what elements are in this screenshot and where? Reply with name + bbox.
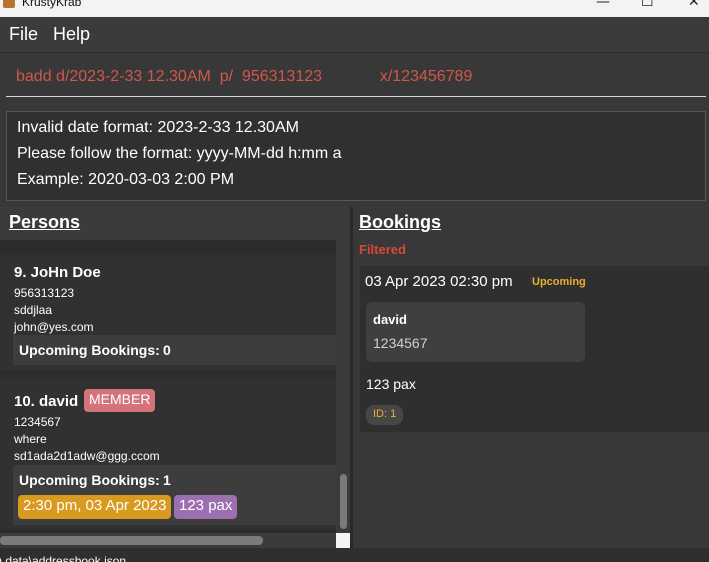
- persons-title: Persons: [9, 212, 81, 232]
- booking-person-card: david 1234567: [366, 302, 585, 362]
- upcoming-bookings-count: 1: [163, 472, 171, 488]
- booking-status: Upcoming: [532, 276, 586, 288]
- upcoming-bookings-box: Upcoming Bookings: 1 2:30 pm, 03 Apr 202…: [13, 465, 336, 525]
- bookings-title: Bookings: [359, 212, 442, 232]
- vertical-scroll-thumb[interactable]: [340, 474, 347, 529]
- bookings-panel: Bookings Filtered 03 Apr 2023 02:30 pm U…: [353, 207, 709, 548]
- status-bar: ) data\addressbook.json: [0, 548, 709, 562]
- result-line-1: Invalid date format: 2023-2-33 12.30AM: [17, 119, 299, 136]
- scrollbar-corner: [336, 533, 350, 548]
- command-box[interactable]: badd d/2023-2-33 12.30AM p/ 956313123 x/…: [0, 54, 709, 104]
- close-button[interactable]: ✕: [688, 0, 700, 10]
- member-tag: MEMBER: [84, 389, 156, 412]
- person-address: sddjlaa: [14, 303, 53, 317]
- app-icon: [3, 0, 15, 8]
- person-name: 10. david: [14, 393, 79, 410]
- booking-person-phone: 1234567: [373, 335, 428, 351]
- booking-id-badge: ID: 1: [366, 405, 404, 425]
- booking-person-name: david: [373, 312, 407, 327]
- filtered-label: Filtered: [359, 242, 406, 257]
- person-list-vertical-scrollbar[interactable]: [336, 240, 350, 533]
- minimize-button[interactable]: —: [596, 0, 610, 10]
- menu-help[interactable]: Help: [53, 24, 90, 45]
- person-card[interactable]: 9. JoHn Doe 956313123 sddjlaa john@yes.c…: [0, 255, 336, 370]
- person-card[interactable]: 10. david MEMBER 1234567 where sd1ada2d1…: [0, 379, 336, 529]
- person-email: sd1ada2d1adw@ggg.ccom: [14, 449, 160, 463]
- upcoming-bookings-count: 0: [163, 342, 171, 358]
- person-email: john@yes.com: [14, 320, 94, 334]
- menu-file[interactable]: File: [9, 24, 38, 45]
- upcoming-bookings-box: Upcoming Bookings: 0: [13, 335, 336, 365]
- upcoming-bookings-label: Upcoming Bookings:: [19, 342, 160, 358]
- booking-date: 03 Apr 2023 02:30 pm: [365, 273, 513, 290]
- person-phone: 956313123: [14, 286, 75, 300]
- upcoming-bookings-label: Upcoming Bookings:: [19, 472, 160, 488]
- result-line-3: Example: 2020-03-03 2:00 PM: [17, 171, 235, 188]
- booking-pax-chip: 123 pax: [174, 495, 238, 519]
- person-list[interactable]: 9. JoHn Doe 956313123 sddjlaa john@yes.c…: [0, 240, 336, 533]
- booking-card[interactable]: 03 Apr 2023 02:30 pm Upcoming david 1234…: [360, 266, 709, 432]
- window-title-bar: KrustyKrab — ☐ ✕: [0, 0, 709, 17]
- booking-time-chip: 2:30 pm, 03 Apr 2023: [18, 495, 172, 519]
- command-input[interactable]: badd d/2023-2-33 12.30AM p/ 956313123 x/…: [16, 68, 472, 86]
- menu-bar: File Help: [0, 17, 709, 53]
- horizontal-scroll-thumb[interactable]: [0, 536, 263, 545]
- window-title: KrustyKrab: [22, 0, 82, 9]
- result-line-2: Please follow the format: yyyy-MM-dd h:m…: [17, 145, 342, 162]
- person-phone: 1234567: [14, 415, 61, 429]
- command-underline: [6, 96, 706, 97]
- person-address: where: [14, 432, 47, 446]
- booking-pax: 123 pax: [366, 376, 416, 392]
- persons-panel: Persons 9. JoHn Doe 956313123 sddjlaa jo…: [0, 207, 350, 548]
- maximize-button[interactable]: ☐: [641, 0, 654, 10]
- person-name: 9. JoHn Doe: [14, 264, 101, 281]
- status-file-path: ) data\addressbook.json: [0, 554, 127, 562]
- result-display: Invalid date format: 2023-2-33 12.30AM P…: [6, 111, 706, 201]
